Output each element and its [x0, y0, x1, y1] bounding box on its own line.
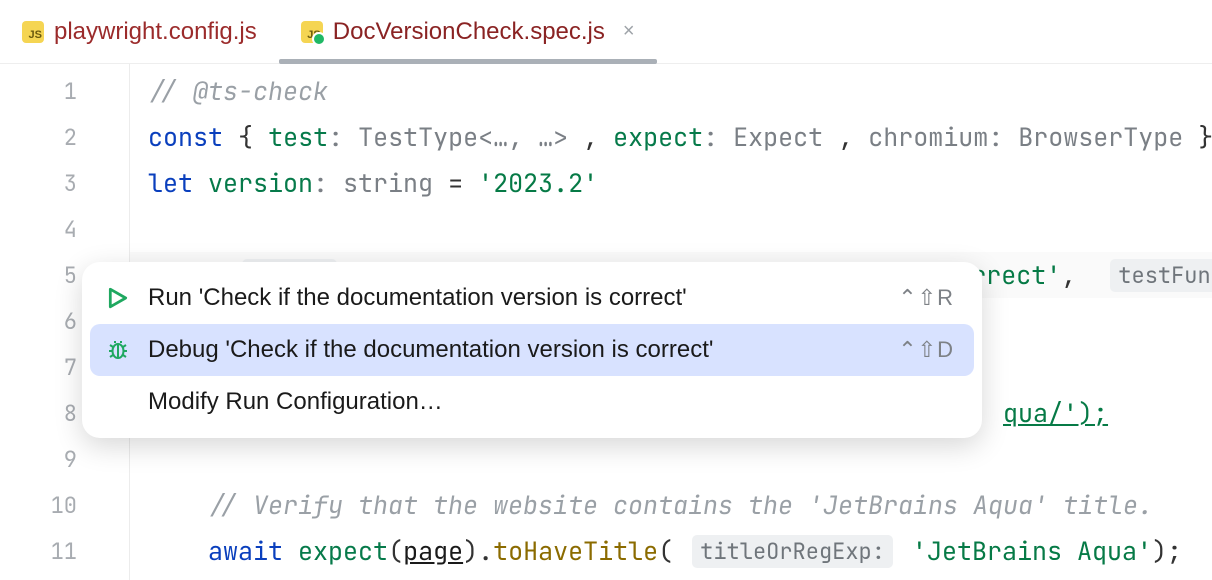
gutter-line[interactable]: 1: [0, 68, 129, 114]
menu-item-run[interactable]: Run 'Check if the documentation version …: [82, 272, 982, 324]
code-line: const { test : TestType<…, …> , expect :…: [130, 114, 1212, 160]
shortcut-label: ⌃⇧D: [898, 337, 954, 363]
code-line: [130, 436, 1212, 482]
js-file-icon: JS: [22, 21, 44, 43]
tab-docversioncheck[interactable]: JS DocVersionCheck.spec.js ×: [279, 0, 657, 63]
code-editor: 1 2 3 4 5 6 7 8 9 10 11 // @ts-check con…: [0, 64, 1212, 580]
gutter-line[interactable]: 2: [0, 114, 129, 160]
menu-item-debug[interactable]: Debug 'Check if the documentation versio…: [90, 324, 974, 376]
debug-icon: [104, 338, 132, 362]
code-line: await expect ( page ). toHaveTitle ( tit…: [130, 528, 1212, 574]
code-line: // @ts-check: [130, 68, 1212, 114]
gutter-line[interactable]: 11: [0, 528, 129, 574]
gutter-line[interactable]: 3: [0, 160, 129, 206]
inlay-hint: titleOrRegExp:: [692, 535, 893, 568]
menu-item-modify-run-config[interactable]: Modify Run Configuration…: [82, 376, 982, 428]
close-icon[interactable]: ×: [623, 20, 635, 43]
gutter-line[interactable]: 10: [0, 482, 129, 528]
tab-label: playwright.config.js: [54, 18, 257, 46]
code-line: // Verify that the website contains the …: [130, 482, 1212, 528]
code-area[interactable]: // @ts-check const { test : TestType<…, …: [130, 64, 1212, 580]
editor-tabs: JS playwright.config.js JS DocVersionChe…: [0, 0, 1212, 64]
tab-label: DocVersionCheck.spec.js: [333, 18, 605, 46]
tab-playwright-config[interactable]: JS playwright.config.js: [0, 0, 279, 63]
code-line: [130, 206, 1212, 252]
js-test-file-icon: JS: [301, 21, 323, 43]
gutter-line[interactable]: 4: [0, 206, 129, 252]
inlay-hint: testFunctio: [1110, 259, 1212, 292]
run-icon: [104, 287, 132, 309]
gutter-context-menu: Run 'Check if the documentation version …: [82, 262, 982, 438]
code-line: let version : string = '2023.2': [130, 160, 1212, 206]
gutter-line[interactable]: 9: [0, 436, 129, 482]
shortcut-label: ⌃⇧R: [898, 285, 954, 311]
